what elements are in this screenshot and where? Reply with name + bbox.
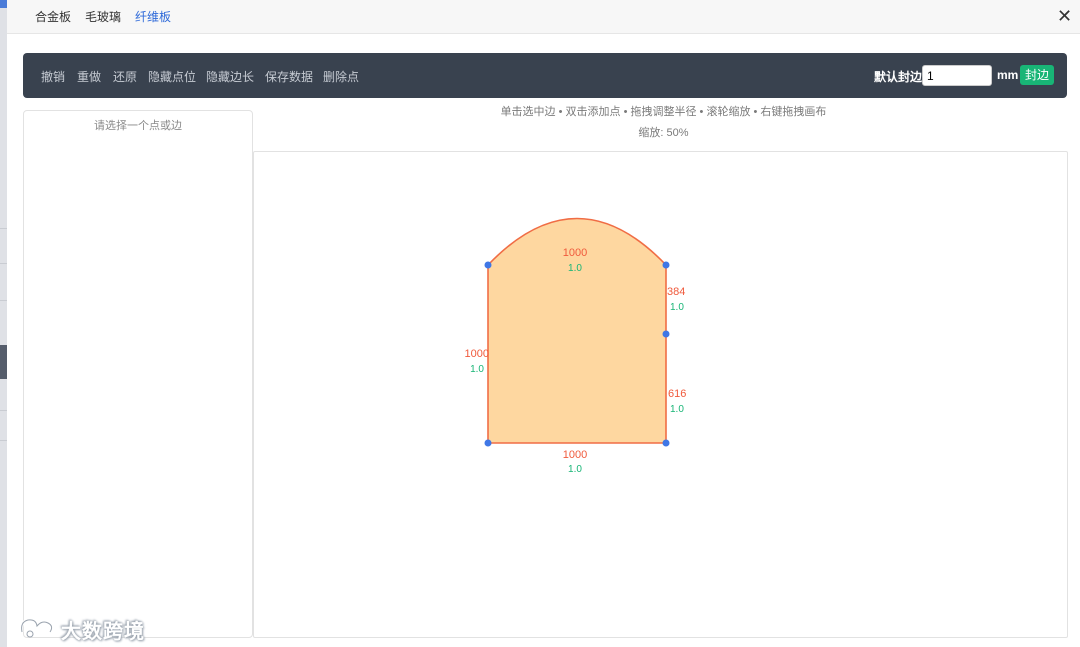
restore-button[interactable]: 还原 <box>113 68 137 85</box>
edge-length-bottom[interactable]: 1000 <box>563 449 587 461</box>
vertex-point[interactable] <box>662 330 670 338</box>
property-panel-hint: 请选择一个点或边 <box>94 120 182 132</box>
shape-editor-dialog: 合金板 毛玻璃 纤维板 ✕ 撤销 重做 还原 隐藏点位 隐藏边长 保存数据 删除… <box>7 0 1080 647</box>
vertex-point[interactable] <box>484 439 492 447</box>
hide-points-button[interactable]: 隐藏点位 <box>148 68 196 85</box>
edge-length-top-arc[interactable]: 1000 <box>563 247 587 259</box>
edge-edging-top-arc[interactable]: 1.0 <box>568 263 582 274</box>
hide-edge-length-button[interactable]: 隐藏边长 <box>206 68 254 85</box>
watermark-text: 大数跨境 <box>61 621 145 643</box>
watermark-logo: 大数跨境 <box>16 614 151 643</box>
vertex-point[interactable] <box>484 261 492 269</box>
vertex-point[interactable] <box>662 439 670 447</box>
tab-frosted-glass[interactable]: 毛玻璃 <box>85 8 121 25</box>
delete-point-button[interactable]: 删除点 <box>323 68 359 85</box>
edge-edging-left[interactable]: 1.0 <box>470 364 484 375</box>
watermark-icon <box>20 618 54 638</box>
tab-fiberboard[interactable]: 纤维板 <box>135 8 171 25</box>
default-edging-label: 默认封边: <box>874 70 926 84</box>
default-edging-input[interactable] <box>922 65 992 86</box>
property-panel: 请选择一个点或边 <box>23 110 253 638</box>
edge-length-right-upper[interactable]: 384 <box>667 286 685 298</box>
drawing-canvas[interactable]: 1000 1.0 384 1.0 616 1.0 1000 1.0 1000 1… <box>253 151 1068 638</box>
material-tab-bar: 合金板 毛玻璃 纤维板 ✕ <box>7 0 1080 34</box>
edge-edging-bottom[interactable]: 1.0 <box>568 464 582 475</box>
edge-edging-right-lower[interactable]: 1.0 <box>670 404 684 415</box>
vertex-point[interactable] <box>662 261 670 269</box>
edge-length-right-lower[interactable]: 616 <box>668 388 686 400</box>
canvas-instructions: 单击选中边 • 双击添加点 • 拖拽调整半径 • 滚轮缩放 • 右键拖拽画布 <box>500 106 827 118</box>
edge-length-left[interactable]: 1000 <box>465 348 489 360</box>
undo-button[interactable]: 撤销 <box>41 68 65 85</box>
shape-drawing[interactable]: 1000 1.0 384 1.0 616 1.0 1000 1.0 1000 1… <box>254 152 1067 637</box>
redo-button[interactable]: 重做 <box>77 68 101 85</box>
unit-label: mm <box>997 68 1019 82</box>
tab-alloy-board[interactable]: 合金板 <box>35 8 71 25</box>
close-icon[interactable]: ✕ <box>1057 6 1072 26</box>
editor-toolbar: 撤销 重做 还原 隐藏点位 隐藏边长 保存数据 删除点 默认封边: mm 封边 <box>23 53 1067 98</box>
save-data-button[interactable]: 保存数据 <box>265 68 313 85</box>
edge-edging-right-upper[interactable]: 1.0 <box>670 302 684 313</box>
apply-edging-button[interactable]: 封边 <box>1020 65 1054 85</box>
zoom-level: 缩放: 50% <box>638 127 689 139</box>
